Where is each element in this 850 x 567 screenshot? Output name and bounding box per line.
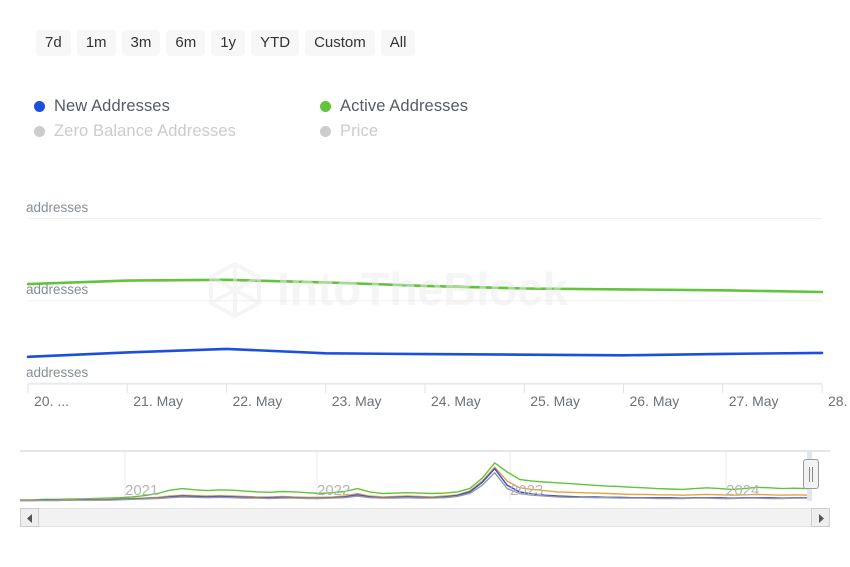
range-button-3m[interactable]: 3m [122, 30, 161, 56]
series-line-active-addresses [28, 280, 822, 292]
range-selector: 7d 1m 3m 6m 1y YTD Custom All [36, 30, 415, 56]
navigator-year-label: 2024 [726, 482, 759, 499]
navigator-year-label: 2022 [317, 482, 350, 499]
x-axis-tick-label: 25. May [530, 393, 580, 409]
legend-item-active-addresses[interactable]: Active Addresses [320, 94, 594, 119]
chart-plot-svg [0, 150, 850, 420]
legend-label-active-addresses: Active Addresses [340, 97, 468, 116]
legend-label-new-addresses: New Addresses [54, 97, 170, 116]
legend-dot-icon [320, 101, 331, 112]
legend-dot-icon [34, 126, 45, 137]
x-axis-tick-label: 27. May [729, 393, 779, 409]
main-chart[interactable]: addresses addresses addresses 20. ... 21.… [0, 150, 850, 420]
chart-legend: New Addresses Active Addresses Zero Bala… [34, 94, 594, 144]
chart-navigator[interactable]: 2021 2022 2023 2024 [20, 450, 830, 505]
range-button-ytd[interactable]: YTD [251, 30, 299, 56]
x-axis-tick-label: 22. May [233, 393, 283, 409]
x-axis-tick-label: 24. May [431, 393, 481, 409]
scrollbar-track[interactable] [39, 508, 811, 527]
grip-line-icon [809, 467, 810, 482]
legend-item-zero-balance-addresses[interactable]: Zero Balance Addresses [34, 119, 320, 144]
range-button-7d[interactable]: 7d [36, 30, 71, 56]
range-button-6m[interactable]: 6m [166, 30, 205, 56]
y-axis-tick-label: addresses [26, 200, 88, 215]
grip-line-icon [812, 467, 813, 482]
legend-label-zero-balance-addresses: Zero Balance Addresses [54, 122, 236, 141]
caret-left-icon [26, 514, 34, 523]
navigator-right-handle[interactable] [803, 459, 819, 489]
navigator-year-label: 2021 [125, 482, 158, 499]
y-axis-tick-label: addresses [26, 365, 88, 380]
x-axis-tick-label: 26. May [630, 393, 680, 409]
legend-item-new-addresses[interactable]: New Addresses [34, 94, 320, 119]
legend-dot-icon [320, 126, 331, 137]
series-line-new-addresses [28, 349, 822, 357]
scroll-right-button[interactable] [811, 508, 830, 527]
range-button-1y[interactable]: 1y [211, 30, 245, 56]
x-axis-tick-label: 28. ... [828, 393, 850, 409]
range-button-custom[interactable]: Custom [305, 30, 375, 56]
legend-label-price: Price [340, 122, 378, 141]
scroll-left-button[interactable] [20, 508, 39, 527]
y-axis-tick-label: addresses [26, 282, 88, 297]
legend-item-price[interactable]: Price [320, 119, 594, 144]
legend-dot-icon [34, 101, 45, 112]
navigator-year-label: 2023 [510, 482, 543, 499]
caret-right-icon [817, 514, 825, 523]
range-button-all[interactable]: All [381, 30, 416, 56]
x-axis-tick-label: 23. May [332, 393, 382, 409]
x-axis-tick-label: 20. ... [34, 393, 69, 409]
navigator-scrollbar[interactable] [20, 508, 830, 527]
range-button-1m[interactable]: 1m [77, 30, 116, 56]
x-axis-tick-label: 21. May [133, 393, 183, 409]
